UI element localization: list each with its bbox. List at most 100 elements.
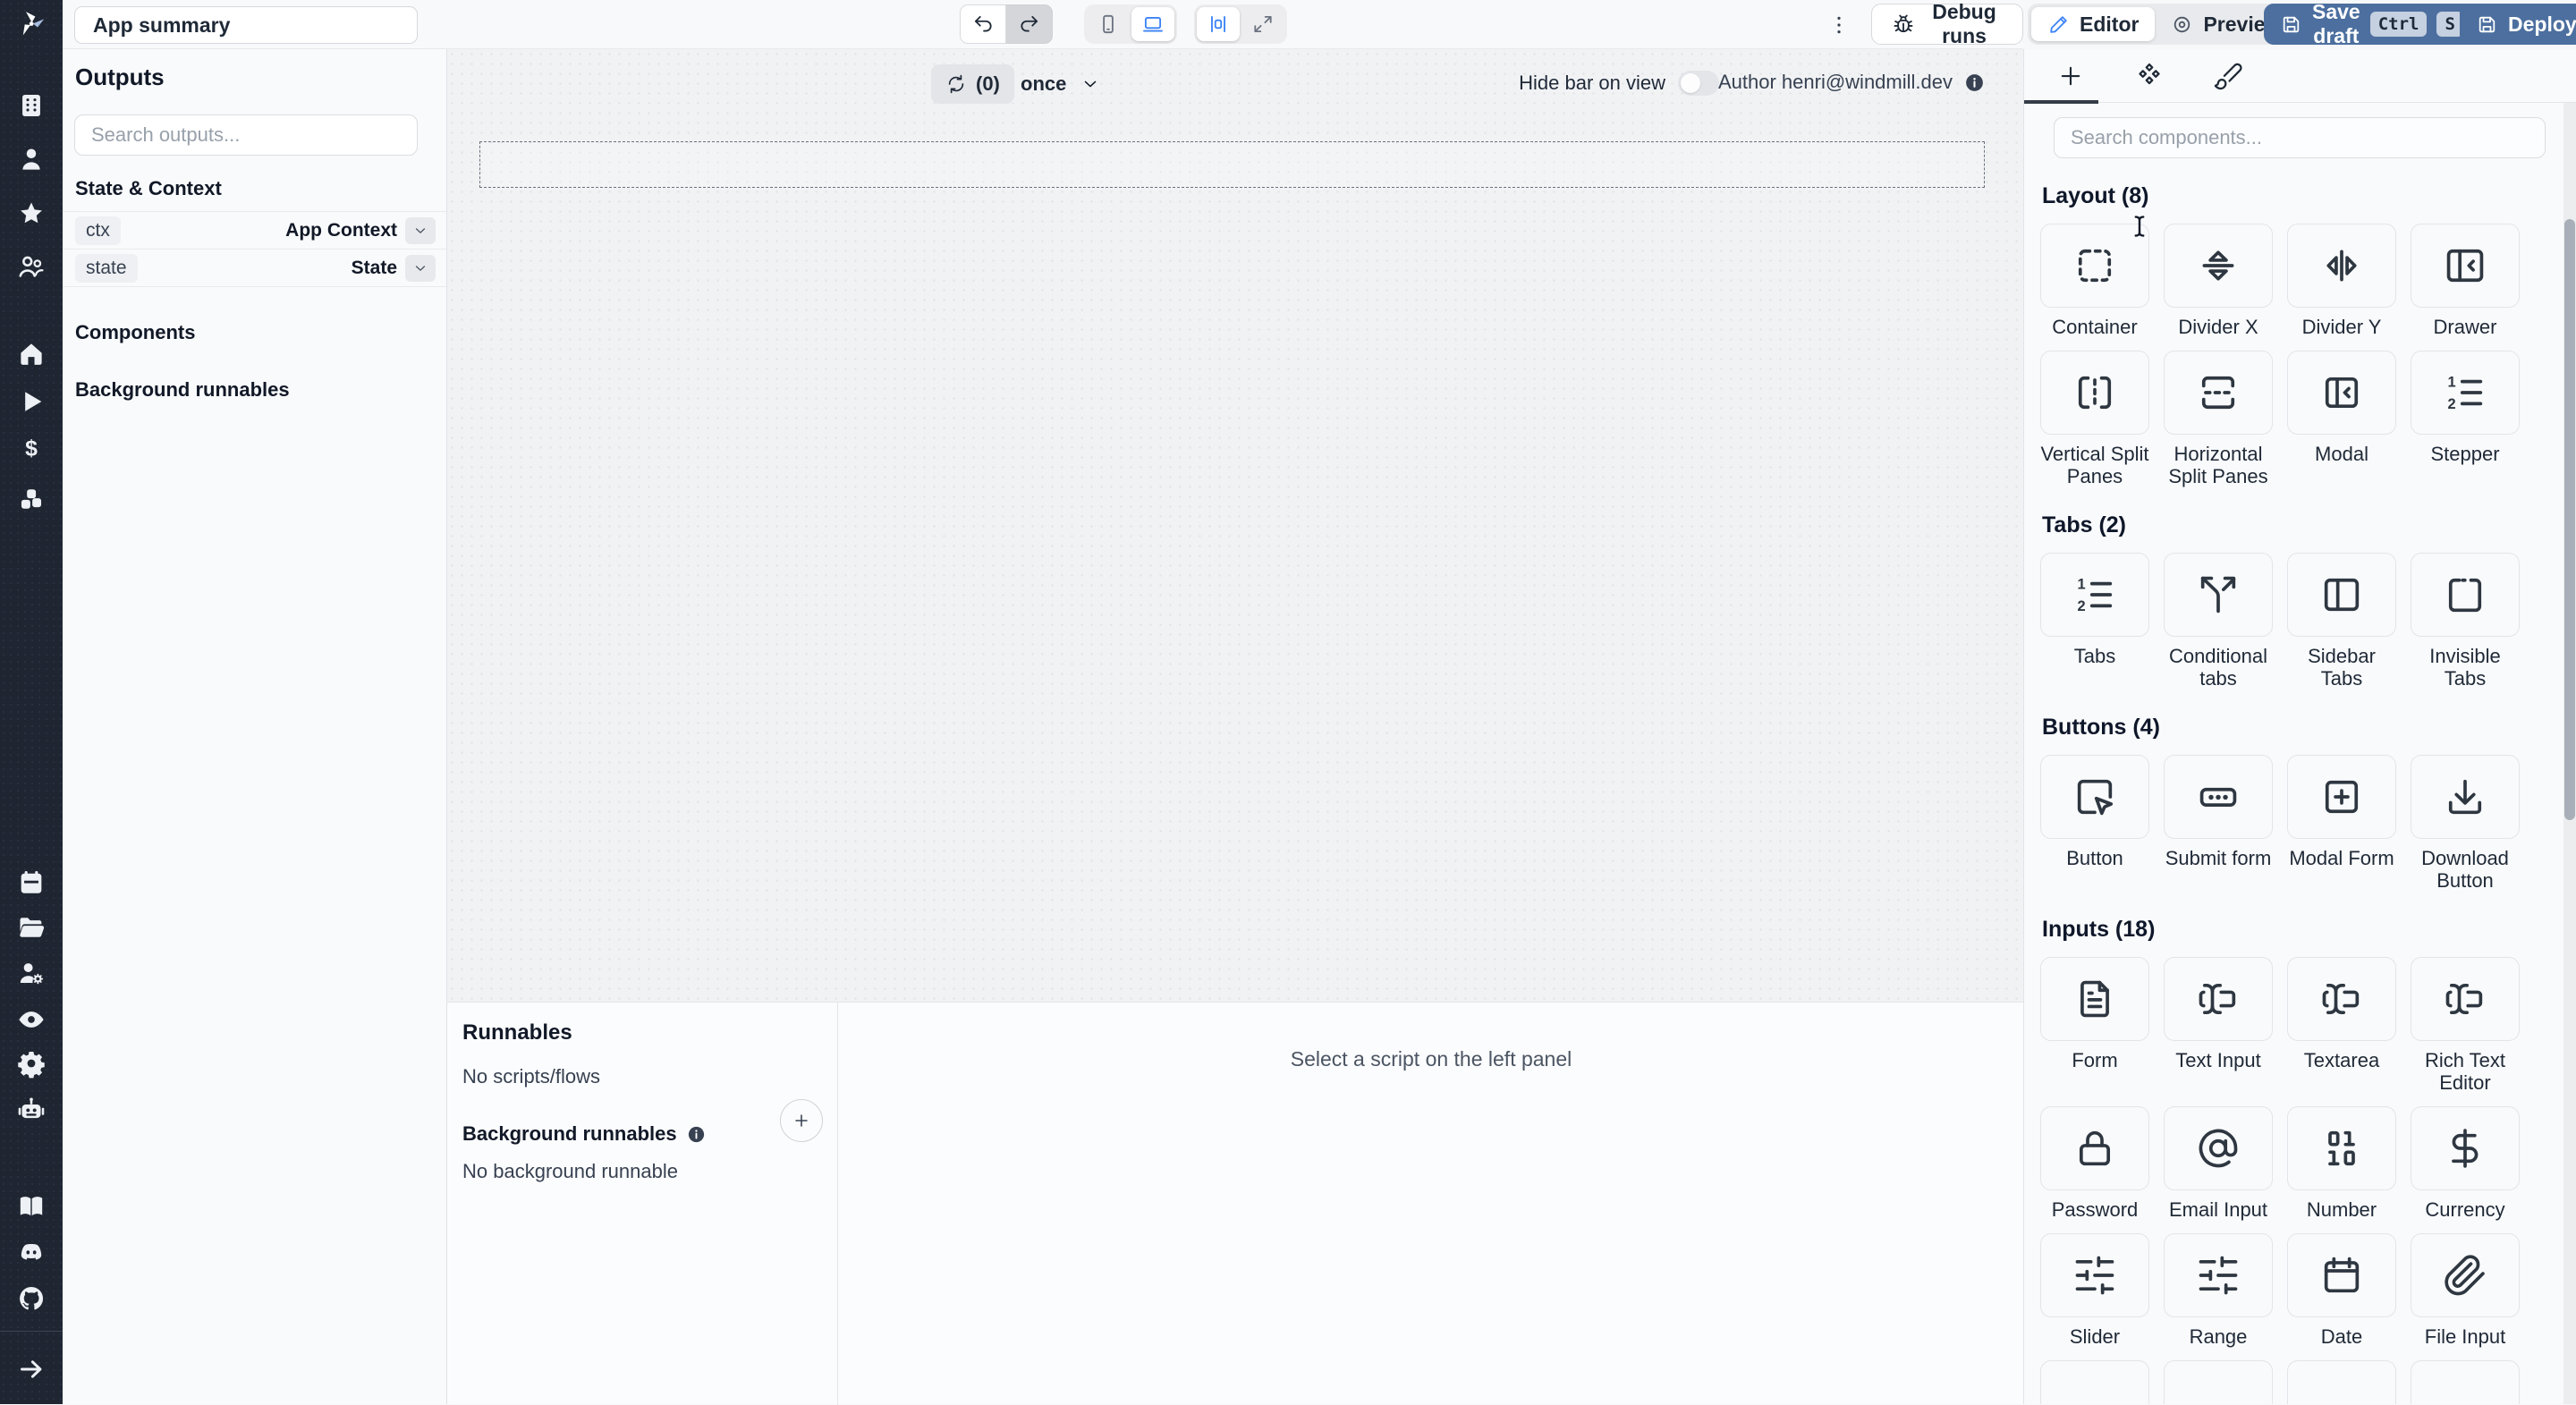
component-item — [2164, 1360, 2273, 1404]
component-item: Slider — [2040, 1233, 2149, 1348]
app-canvas[interactable]: (0) once Hide bar on view Author henri@w… — [447, 49, 2023, 1002]
scrollbar-thumb[interactable] — [2564, 219, 2575, 820]
info-icon[interactable] — [686, 1124, 707, 1145]
component-card-tabs[interactable]: 12 — [2040, 553, 2149, 637]
component-card-hidden[interactable] — [2164, 1360, 2273, 1404]
component-card-hidden[interactable] — [2411, 1360, 2520, 1404]
windmill-app-editor: $ Debug runs Editor Pr — [0, 0, 2576, 1405]
rail-expand-menu-icon[interactable] — [14, 1352, 48, 1386]
panel-tab-styling[interactable] — [2208, 56, 2248, 96]
more-menu-button[interactable] — [1823, 7, 1855, 43]
rail-windmill-logo-icon[interactable] — [14, 7, 48, 41]
component-card-file-input[interactable] — [2411, 1233, 2520, 1317]
expand-row-button[interactable] — [405, 254, 436, 282]
rail-audit-logs-icon[interactable] — [14, 1003, 48, 1037]
empty-component-dropzone[interactable] — [479, 141, 1985, 188]
editor-label: Editor — [2080, 12, 2140, 36]
output-row-state[interactable]: state State — [63, 249, 446, 286]
search-outputs-input[interactable] — [74, 114, 418, 156]
component-card-hidden[interactable] — [2287, 1360, 2396, 1404]
component-card-submit-form[interactable] — [2164, 755, 2273, 839]
component-card-label: Container — [2052, 316, 2138, 338]
rail-docs-icon[interactable] — [14, 1189, 48, 1223]
component-card-divider-x[interactable] — [2164, 224, 2273, 308]
component-card-horizontal-split-panes[interactable] — [2164, 351, 2273, 435]
component-card-number[interactable] — [2287, 1106, 2396, 1190]
component-card-textarea[interactable] — [2287, 957, 2396, 1041]
rail-ai-assistant-icon[interactable] — [14, 1093, 48, 1127]
component-card-date[interactable] — [2287, 1233, 2396, 1317]
search-components-input[interactable] — [2054, 117, 2546, 158]
debug-runs-button[interactable]: Debug runs — [1871, 0, 2023, 47]
rail-resources-icon[interactable] — [14, 482, 48, 516]
save-draft-button[interactable]: Save draft Ctrl S — [2264, 0, 2479, 47]
component-card-divider-y[interactable] — [2287, 224, 2396, 308]
add-background-runnable-button[interactable] — [780, 1099, 823, 1142]
app-summary-input[interactable] — [74, 6, 418, 44]
mobile-view-button[interactable] — [1087, 7, 1130, 41]
tab-editor[interactable]: Editor — [2031, 7, 2156, 41]
component-item: Modal — [2287, 351, 2396, 465]
background-runnables-header: Background runnables — [462, 1122, 821, 1146]
component-card-download-button[interactable] — [2411, 755, 2520, 839]
save-draft-label: Save draft — [2312, 0, 2360, 47]
component-card-conditional-tabs[interactable] — [2164, 553, 2273, 637]
rail-users-icon[interactable] — [14, 250, 48, 284]
output-row-ctx[interactable]: ctx App Context — [63, 211, 446, 249]
rail-runs-icon[interactable] — [14, 385, 48, 419]
rail-folders-icon[interactable] — [14, 910, 48, 944]
component-grid: 1 2 Tabs Conditional tabs Sidebar Tabs Invisi… — [2040, 553, 2535, 690]
component-card-stepper[interactable]: 12 — [2411, 351, 2520, 435]
rail-account-icon[interactable] — [14, 142, 48, 176]
component-card-slider[interactable] — [2040, 1233, 2149, 1317]
refresh-count-button[interactable]: (0) — [931, 64, 1014, 104]
rail-home-icon[interactable] — [14, 337, 48, 371]
component-item: Vertical Split Panes — [2040, 351, 2149, 487]
rail-discord-icon[interactable] — [14, 1236, 48, 1270]
section-title: Tabs (2) — [2042, 512, 2126, 537]
rail-schedules-icon[interactable] — [14, 866, 48, 900]
refresh-mode-dropdown[interactable]: once — [1021, 64, 1100, 104]
component-card-invisible-tabs[interactable] — [2411, 553, 2520, 637]
rail-github-icon[interactable] — [14, 1282, 48, 1316]
expand-row-button[interactable] — [405, 216, 436, 244]
components-panel-tabs — [2024, 49, 2576, 104]
rail-favorites-icon[interactable] — [14, 197, 48, 231]
deploy-button[interactable]: Deploy — [2460, 4, 2576, 45]
component-card-email-input[interactable] — [2164, 1106, 2273, 1190]
component-card-drawer[interactable] — [2411, 224, 2520, 308]
component-card-button[interactable] — [2040, 755, 2149, 839]
rail-groups-icon[interactable] — [14, 956, 48, 990]
component-card-label: Text Input — [2175, 1049, 2261, 1071]
rail-settings-icon[interactable] — [14, 1046, 48, 1080]
component-card-modal-form[interactable] — [2287, 755, 2396, 839]
redo-icon — [1018, 13, 1041, 36]
component-card-form[interactable] — [2040, 957, 2149, 1041]
undo-button[interactable] — [960, 4, 1006, 44]
panel-tab-insert-component[interactable] — [2051, 56, 2090, 96]
component-card-modal[interactable] — [2287, 351, 2396, 435]
component-card-rich-text-editor[interactable] — [2411, 957, 2520, 1041]
panel-tab-component-settings[interactable] — [2130, 56, 2169, 96]
section-title: Buttons (4) — [2042, 715, 2160, 740]
component-card-container[interactable] — [2040, 224, 2149, 308]
component-card-currency[interactable] — [2411, 1106, 2520, 1190]
center-canvas-button[interactable] — [1197, 7, 1240, 41]
component-card-vertical-split-panes[interactable] — [2040, 351, 2149, 435]
scrollbar-track[interactable] — [2563, 103, 2576, 1404]
author-label: Author henri@windmill.dev — [1717, 71, 1953, 93]
component-card-password[interactable] — [2040, 1106, 2149, 1190]
desktop-view-button[interactable] — [1131, 7, 1174, 41]
component-grid: Button Submit form Modal Form Download Butt… — [2040, 755, 2535, 892]
info-icon[interactable] — [1963, 72, 1986, 94]
component-card-hidden[interactable] — [2040, 1360, 2149, 1404]
component-card-range[interactable] — [2164, 1233, 2273, 1317]
hide-bar-toggle[interactable] — [1678, 71, 1719, 96]
rail-variables-icon[interactable]: $ — [14, 432, 48, 466]
redo-button[interactable] — [1006, 4, 1053, 44]
fullscreen-button[interactable] — [1241, 7, 1284, 41]
component-card-text-input[interactable] — [2164, 957, 2273, 1041]
rail-workspace-icon[interactable] — [14, 89, 48, 123]
component-card-sidebar-tabs[interactable] — [2287, 553, 2396, 637]
component-item — [2411, 1360, 2520, 1404]
